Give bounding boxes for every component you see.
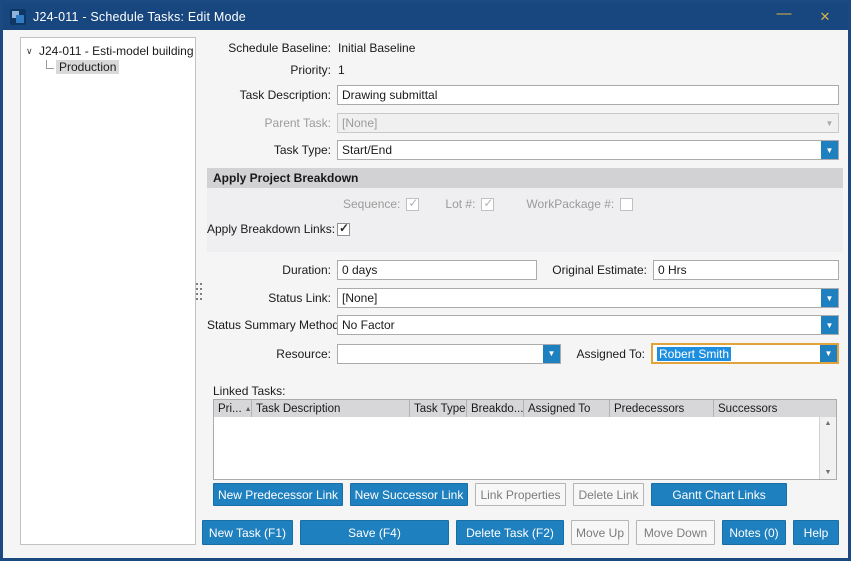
- task-description-label: Task Description:: [207, 88, 337, 102]
- status-link-value: [None]: [338, 289, 821, 307]
- parent-task-combobox: [None] ▼: [337, 113, 839, 133]
- sequence-checkbox: ✓: [406, 198, 419, 211]
- tree-item-label[interactable]: J24-011 - Esti-model building: [39, 44, 194, 58]
- workpackage-number-label: WorkPackage #:: [526, 197, 614, 211]
- close-icon: ✕: [820, 9, 831, 25]
- original-estimate-input[interactable]: [653, 260, 839, 280]
- title-bar: J24-011 - Schedule Tasks: Edit Mode — ✕: [3, 3, 848, 30]
- help-button[interactable]: Help: [793, 520, 839, 545]
- link-buttons-row: New Predecessor Link New Successor Link …: [213, 483, 787, 506]
- apply-breakdown-links-checkbox[interactable]: ✓: [337, 223, 350, 236]
- delete-task-button[interactable]: Delete Task (F2): [456, 520, 564, 545]
- new-predecessor-link-button[interactable]: New Predecessor Link: [213, 483, 343, 506]
- notes-button[interactable]: Notes (0): [722, 520, 786, 545]
- assigned-to-value: Robert Smith: [657, 347, 731, 361]
- workpackage-number-checkbox: ✓: [620, 198, 633, 211]
- linked-tasks-table: Pri... ▲ Task Description Task Type Brea…: [213, 399, 837, 480]
- tree-item-project[interactable]: ∨ J24-011 - Esti-model building: [21, 43, 195, 59]
- tree-item-label[interactable]: Production: [56, 60, 119, 74]
- status-link-label: Status Link:: [207, 291, 337, 305]
- close-button[interactable]: ✕: [808, 3, 842, 30]
- tree-item-production[interactable]: Production: [39, 59, 195, 75]
- move-up-button: Move Up: [571, 520, 629, 545]
- assigned-to-label: Assigned To:: [561, 347, 651, 361]
- schedule-tasks-window: J24-011 - Schedule Tasks: Edit Mode — ✕ …: [0, 0, 851, 561]
- duration-input[interactable]: [337, 260, 537, 280]
- check-icon: ✓: [408, 196, 418, 210]
- tree-branch-line: [46, 60, 54, 69]
- window-title: J24-011 - Schedule Tasks: Edit Mode: [33, 10, 246, 24]
- assigned-to-combobox[interactable]: Robert Smith ▼: [651, 343, 839, 364]
- new-successor-link-button[interactable]: New Successor Link: [350, 483, 468, 506]
- parent-task-label: Parent Task:: [207, 116, 337, 130]
- lot-number-checkbox: ✓: [481, 198, 494, 211]
- chevron-down-icon[interactable]: ▼: [820, 345, 837, 362]
- dialog-client-area: ∨ J24-011 - Esti-model building Producti…: [3, 30, 848, 558]
- bottom-buttons-row: New Task (F1) Save (F4) Delete Task (F2)…: [202, 520, 839, 545]
- status-summary-method-value: No Factor: [338, 316, 821, 334]
- new-task-button[interactable]: New Task (F1): [202, 520, 293, 545]
- priority-label: Priority:: [207, 63, 337, 77]
- resource-value: [338, 345, 543, 363]
- apply-project-breakdown-section: Apply Project Breakdown Sequence: ✓ Lot …: [207, 168, 843, 252]
- duration-label: Duration:: [207, 263, 337, 277]
- parent-task-value: [None]: [338, 114, 821, 132]
- task-type-combobox[interactable]: Start/End ▼: [337, 140, 839, 160]
- delete-link-button: Delete Link: [573, 483, 644, 506]
- apply-breakdown-links-label: Apply Breakdown Links:: [207, 222, 337, 236]
- status-summary-method-combobox[interactable]: No Factor ▼: [337, 315, 839, 335]
- sequence-label: Sequence:: [343, 197, 400, 211]
- column-header-successors[interactable]: Successors: [714, 400, 814, 417]
- column-header-assigned-to[interactable]: Assigned To: [524, 400, 610, 417]
- linked-tasks-header: Pri... ▲ Task Description Task Type Brea…: [214, 400, 836, 417]
- chevron-down-icon[interactable]: ▼: [821, 316, 838, 334]
- table-vertical-scrollbar[interactable]: ▲ ▼: [819, 417, 836, 479]
- task-edit-form: Schedule Baseline: Initial Baseline Prio…: [207, 33, 839, 548]
- scrollbar-down-icon[interactable]: ▼: [825, 469, 832, 476]
- project-tree-panel: ∨ J24-011 - Esti-model building Producti…: [20, 37, 196, 545]
- priority-value: 1: [337, 63, 345, 77]
- column-header-priority[interactable]: Pri... ▲: [214, 400, 252, 417]
- check-icon: ✓: [483, 196, 493, 210]
- section-header: Apply Project Breakdown: [207, 168, 843, 188]
- schedule-baseline-value: Initial Baseline: [337, 41, 415, 55]
- gantt-chart-links-button[interactable]: Gantt Chart Links: [651, 483, 787, 506]
- scrollbar-up-icon[interactable]: ▲: [825, 420, 832, 427]
- chevron-down-icon[interactable]: ∨: [26, 46, 39, 57]
- splitter-grip[interactable]: [196, 283, 202, 301]
- task-type-label: Task Type:: [207, 143, 337, 157]
- column-header-filler: [814, 400, 836, 417]
- minimize-button[interactable]: —: [767, 3, 801, 30]
- original-estimate-label: Original Estimate:: [537, 263, 653, 277]
- status-summary-method-label: Status Summary Method:: [207, 318, 337, 332]
- section-body: Sequence: ✓ Lot #: ✓ WorkPackage #: ✓ Ap…: [207, 188, 843, 252]
- status-link-combobox[interactable]: [None] ▼: [337, 288, 839, 308]
- app-icon: [10, 9, 26, 25]
- schedule-baseline-label: Schedule Baseline:: [207, 41, 337, 55]
- chevron-down-icon[interactable]: ▼: [821, 141, 838, 159]
- column-header-predecessors[interactable]: Predecessors: [610, 400, 714, 417]
- lot-number-label: Lot #:: [445, 197, 475, 211]
- column-header-breakdown[interactable]: Breakdo...: [467, 400, 524, 417]
- linked-tasks-rows-empty: [214, 417, 819, 479]
- chevron-down-icon[interactable]: ▼: [821, 289, 838, 307]
- chevron-down-icon: ▼: [821, 114, 838, 132]
- task-type-value: Start/End: [338, 141, 821, 159]
- column-label: Pri...: [218, 403, 242, 415]
- resource-label: Resource:: [207, 347, 337, 361]
- link-properties-button: Link Properties: [475, 483, 566, 506]
- check-icon: ✓: [339, 221, 349, 235]
- chevron-down-icon[interactable]: ▼: [543, 345, 560, 363]
- column-header-task-description[interactable]: Task Description: [252, 400, 410, 417]
- task-description-input[interactable]: [337, 85, 839, 105]
- linked-tasks-label: Linked Tasks:: [213, 384, 286, 398]
- move-down-button: Move Down: [636, 520, 715, 545]
- minimize-icon: —: [777, 5, 792, 22]
- sort-icon: ▲: [245, 406, 252, 413]
- resource-combobox[interactable]: ▼: [337, 344, 561, 364]
- column-header-task-type[interactable]: Task Type: [410, 400, 467, 417]
- save-button[interactable]: Save (F4): [300, 520, 449, 545]
